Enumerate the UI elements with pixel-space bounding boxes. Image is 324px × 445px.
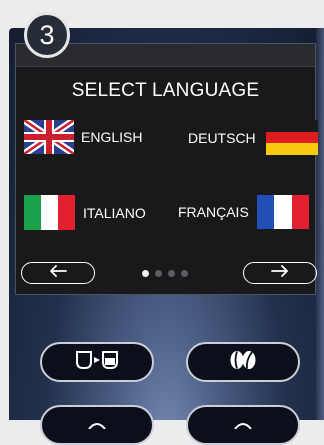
- page-indicator: [142, 268, 188, 278]
- germany-flag-icon: [265, 120, 318, 155]
- language-label: ITALIANO: [83, 204, 146, 221]
- screen-title: SELECT LANGUAGE: [71, 80, 260, 101]
- page-dot: [181, 269, 188, 277]
- page-dot: [155, 269, 162, 277]
- cup-to-cup-button[interactable]: [40, 342, 154, 382]
- language-option-francais[interactable]: FRANÇAIS: [178, 195, 309, 229]
- arrow-left-icon: [49, 264, 67, 282]
- language-label: DEUTSCH: [188, 129, 256, 146]
- language-label: ENGLISH: [81, 129, 143, 145]
- france-flag-icon: [256, 195, 309, 229]
- language-option-english[interactable]: ENGLISH: [24, 120, 142, 154]
- lower-left-button[interactable]: [40, 405, 154, 445]
- previous-page-button[interactable]: [21, 262, 95, 284]
- language-label: FRANÇAIS: [178, 204, 249, 220]
- uk-flag-icon: [24, 120, 74, 154]
- arrow-right-icon: [271, 264, 289, 282]
- page-dot: [168, 269, 175, 277]
- coffee-beans-icon: [228, 350, 258, 375]
- italy-flag-icon: [24, 195, 75, 230]
- page-dot-active: [142, 269, 149, 277]
- language-option-deutsch[interactable]: DEUTSCH: [188, 120, 318, 155]
- language-option-italiano[interactable]: ITALIANO: [24, 195, 146, 230]
- cup-to-cup-icon: [74, 349, 120, 376]
- unknown-icon: [233, 416, 253, 434]
- display-screen: SELECT LANGUAGE ENGLISH DEUTSCH ITALIANO…: [15, 43, 318, 295]
- unknown-icon: [87, 416, 107, 434]
- step-number-badge: 3: [24, 12, 70, 58]
- lower-right-button[interactable]: [186, 405, 300, 445]
- coffee-beans-button[interactable]: [186, 342, 300, 382]
- next-page-button[interactable]: [243, 262, 317, 284]
